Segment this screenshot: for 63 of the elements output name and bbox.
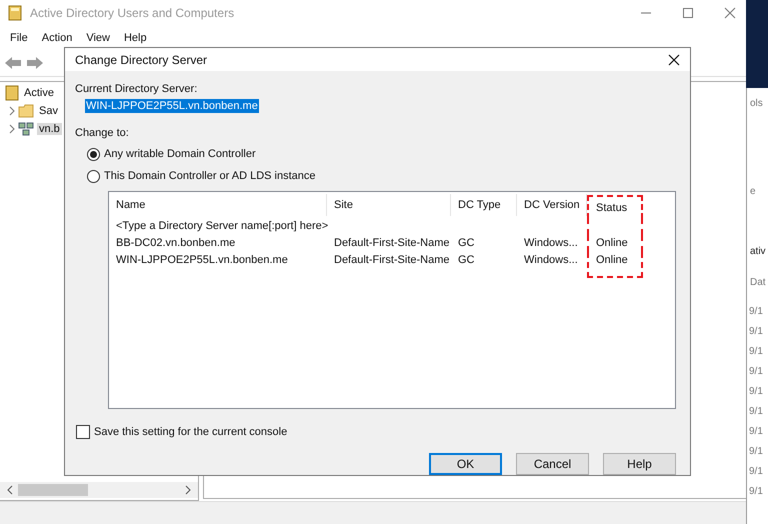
list-cell-text: WIN-LJPPOE2P55L.vn.bonben.me <box>115 253 289 268</box>
selected-server-text: WIN-LJPPOE2P55L.vn.bonben.me <box>85 99 259 113</box>
tree-item[interactable]: Sav <box>37 105 60 117</box>
date-text: 9/1 <box>749 386 763 398</box>
checkbox-label[interactable]: Save this setting for the current console <box>94 426 288 438</box>
menu-item[interactable]: View <box>86 32 110 44</box>
forward-icon[interactable] <box>26 56 44 70</box>
field-label: Current Directory Server: <box>75 83 198 97</box>
back-icon[interactable] <box>4 56 22 70</box>
app-icon <box>8 5 22 21</box>
date-text: 9/1 <box>749 346 763 358</box>
dialog-button[interactable]: Cancel <box>516 453 589 475</box>
horizontal-scrollbar[interactable] <box>0 482 198 498</box>
radio-button[interactable] <box>87 170 100 182</box>
tree-item[interactable]: Active <box>22 87 56 99</box>
tree-item[interactable]: vn.b <box>37 123 62 135</box>
checkbox[interactable] <box>76 425 90 439</box>
menu-item[interactable]: Action <box>42 32 72 44</box>
maximize-icon[interactable] <box>682 7 694 19</box>
radio-button[interactable] <box>87 148 100 160</box>
date-text: 9/1 <box>749 366 763 378</box>
folder-icon <box>18 104 34 118</box>
list-cell: Online <box>587 235 643 252</box>
date-text: 9/1 <box>749 466 763 478</box>
domain-icon <box>18 122 34 136</box>
radio-label[interactable]: Any writable Domain Controller <box>104 148 256 160</box>
column-header[interactable]: DC Version <box>517 194 587 216</box>
column-header[interactable]: Name <box>109 194 327 216</box>
dialog-button[interactable]: OK <box>429 453 502 475</box>
date-text: 9/1 <box>749 326 763 338</box>
column-header[interactable]: Site <box>327 194 451 216</box>
partial-text: ativ <box>750 246 766 257</box>
date-text: 9/1 <box>749 446 763 458</box>
list-cell-text: Windows... <box>523 236 579 251</box>
column-header[interactable]: Status <box>587 195 643 219</box>
highlight-box <box>587 218 643 235</box>
radio-label[interactable]: This Domain Controller or AD LDS instance <box>104 170 316 182</box>
menu-item[interactable]: File <box>10 32 28 44</box>
dialog-title: Change Directory Server <box>75 52 208 66</box>
date-text: 9/1 <box>749 426 763 438</box>
console-icon <box>5 85 19 101</box>
date-text: 9/1 <box>749 306 763 318</box>
partial-text: ols <box>750 98 763 109</box>
list-cell-text: BB-DC02.vn.bonben.me <box>115 236 236 251</box>
column-header[interactable]: DC Type <box>451 194 517 216</box>
list-cell-text: Default-First-Site-Name <box>333 236 451 251</box>
field-label: Change to: <box>75 127 130 141</box>
dialog-button[interactable]: Help <box>603 453 676 475</box>
scroll-left-icon[interactable] <box>6 485 14 495</box>
window-title: Active Directory Users and Computers <box>30 6 234 20</box>
date-text: 9/1 <box>749 486 763 498</box>
partial-text: Dat <box>750 277 766 288</box>
list-cell: Online <box>587 252 643 278</box>
list-cell-text: GC <box>457 236 476 251</box>
list-cell-text: Windows... <box>523 253 579 268</box>
list-cell-text: <Type a Directory Server name[:port] here> <box>115 219 330 234</box>
list-cell-text: Default-First-Site-Name <box>333 253 451 268</box>
partial-text: e <box>750 186 756 197</box>
date-text: 9/1 <box>749 406 763 418</box>
menu-item[interactable]: Help <box>124 32 147 44</box>
scroll-right-icon[interactable] <box>184 485 192 495</box>
close-icon[interactable] <box>668 54 680 66</box>
list-cell-text: GC <box>457 253 476 268</box>
